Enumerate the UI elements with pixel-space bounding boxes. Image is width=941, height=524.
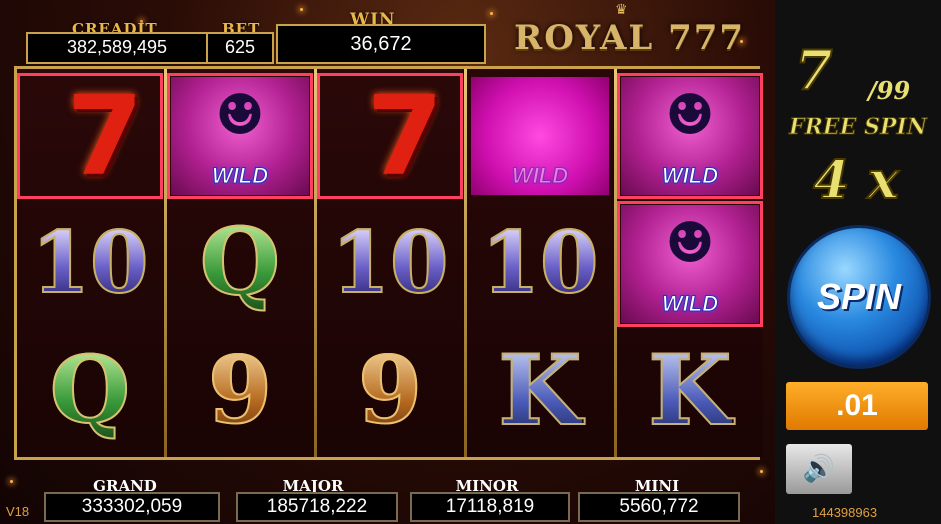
symbol-wild: ☻ WILD: [617, 201, 763, 327]
speaker-icon: 🔊: [802, 454, 836, 484]
game-logo: ROYAL 777: [514, 18, 746, 58]
jackpot-mini-value: 5560,772: [578, 492, 740, 522]
symbol-king: K: [467, 327, 613, 453]
crown-icon: ♛: [615, 2, 628, 18]
symbol-seven: 7: [317, 72, 463, 200]
ten-symbol-text: 10: [31, 212, 150, 313]
seven-symbol-text: 7: [66, 72, 143, 200]
nine-symbol-text: 9: [357, 335, 423, 445]
reel-2: ☻ WILD Q 9: [167, 69, 313, 457]
bet-level-button[interactable]: .01: [786, 382, 928, 430]
free-spin-total: /99: [868, 76, 911, 105]
reel-3: 7 10 9: [317, 69, 463, 457]
version-label: V18: [6, 504, 30, 519]
multiplier: 4 x: [812, 149, 899, 212]
wild-label: WILD: [511, 163, 569, 189]
wild-label: WILD: [661, 291, 719, 317]
reel-5: ☻ WILD ☻ WILD K: [617, 69, 763, 457]
queen-symbol-text: Q: [49, 335, 131, 445]
win-value: 36,672: [276, 24, 486, 64]
sparkle: [10, 480, 13, 483]
wild-label: WILD: [211, 163, 269, 189]
reel-1: 7 10 Q: [17, 69, 163, 457]
ten-symbol-text: 10: [481, 212, 600, 313]
free-spin-count: 7: [794, 37, 834, 103]
symbol-queen: Q: [17, 327, 163, 453]
wild-label: WILD: [661, 163, 719, 189]
sparkle: [760, 470, 763, 473]
king-symbol-text: K: [497, 333, 582, 448]
symbol-ten: 10: [467, 199, 613, 325]
credit-value: 382,589,495: [26, 32, 208, 64]
symbol-wild: ☻ WILD: [167, 73, 313, 199]
session-id: 144398963: [812, 505, 878, 520]
sound-toggle-button[interactable]: 🔊: [786, 444, 852, 494]
jackpot-grand-value: 333302,059: [44, 492, 220, 522]
seven-symbol-text: 7: [366, 72, 443, 200]
bet-value: 625: [206, 32, 274, 64]
queen-symbol-text: Q: [199, 207, 281, 317]
nine-symbol-text: 9: [207, 335, 273, 445]
jester-icon: ☻: [664, 211, 716, 276]
symbol-king: K: [617, 327, 763, 453]
symbol-nine: 9: [317, 327, 463, 453]
king-symbol-text: K: [647, 333, 732, 448]
reel-4: WILD 10 K: [467, 69, 613, 457]
jackpot-major-value: 185718,222: [236, 492, 398, 522]
sparkle: [300, 8, 303, 11]
sparkle: [490, 12, 493, 15]
ten-symbol-text: 10: [331, 212, 450, 313]
spin-button[interactable]: SPIN: [790, 228, 928, 366]
symbol-wild: ☻ WILD: [617, 73, 763, 199]
symbol-ten: 10: [317, 199, 463, 325]
symbol-ten: 10: [17, 199, 163, 325]
symbol-queen: Q: [167, 199, 313, 325]
symbol-wild-fading: WILD: [467, 73, 613, 199]
reel-area: 7 10 Q ☻ WILD Q 9 7 10 9 WILD 10 K ☻ WIL: [14, 66, 763, 460]
jester-icon: ☻: [214, 83, 266, 148]
jester-icon: ☻: [664, 83, 716, 148]
jackpot-minor-value: 17118,819: [410, 492, 570, 522]
symbol-seven: 7: [17, 72, 163, 200]
free-spin-label: FREE SPIN: [789, 114, 928, 141]
symbol-nine: 9: [167, 327, 313, 453]
